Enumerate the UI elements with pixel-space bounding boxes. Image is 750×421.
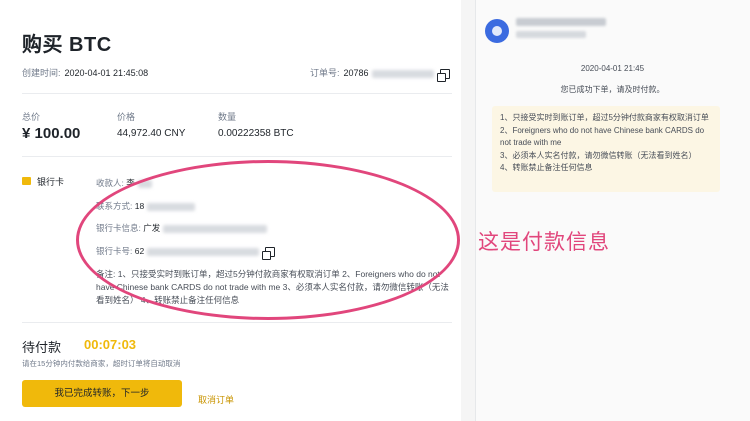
confirm-transfer-button[interactable]: 我已完成转账，下一步 [22, 380, 182, 407]
divider [22, 322, 452, 323]
created-time: 创建时间: 2020-04-01 21:45:08 [22, 66, 148, 79]
price-label: 价格 [117, 112, 136, 122]
system-message: 您已成功下单，请及时付款。 [560, 85, 665, 94]
created-label: 创建时间: [22, 68, 61, 78]
chat-timestamp: 2020-04-01 21:45 [580, 64, 645, 73]
pending-status: 待付款 [22, 340, 62, 355]
annotation-text: 这是付款信息 [478, 231, 610, 254]
cancel-order-link[interactable]: 取消订单 [198, 393, 234, 406]
card-no-row: 银行卡号: 62 [96, 245, 276, 260]
contact-row: 联系方式: 18 [96, 200, 196, 212]
bank-info-value: 广发 [143, 223, 161, 233]
payee-label: 收款人: [96, 178, 124, 188]
total-label: 总价 [22, 112, 41, 122]
message-line: 2、Foreigners who do not have Chinese ban… [500, 125, 705, 148]
copy-icon[interactable] [262, 246, 276, 260]
payment-note: 备注: 1、只接受实时到账订单，超过5分钟付款商家有权取消订单 2、Foreig… [96, 268, 456, 307]
order-no-redacted [371, 69, 434, 78]
order-no-value: 20786 [343, 68, 369, 78]
payee-row: 收款人: 李 [96, 177, 152, 189]
order-number: 订单号: 20786 [310, 66, 450, 82]
contact-redacted [147, 202, 196, 211]
contact-label: 联系方式: [96, 201, 133, 211]
note-value: 1、只接受实时到账订单，超过5分钟付款商家有权取消订单 2、Foreigners… [96, 269, 449, 305]
pending-hint: 请在15分钟内付款给商家，超时订单将自动取消 [22, 359, 181, 368]
qty-value: 0.00222358 BTC [218, 128, 294, 139]
merchant-sub-redacted [516, 31, 586, 38]
copy-icon[interactable] [436, 68, 450, 82]
order-no-label: 订单号: [310, 68, 340, 78]
divider [22, 156, 452, 157]
payment-method-label: 银行卡 [37, 177, 65, 187]
message-line: 3、必须本人实名付款，请勿微信转账（无法看到姓名） [500, 150, 697, 160]
merchant-name-redacted [516, 18, 606, 26]
card-no-redacted [147, 247, 260, 256]
total-value: ¥ 100.00 [22, 125, 81, 142]
avatar [485, 19, 509, 43]
bank-info-row: 银行卡信息: 广发 [96, 222, 268, 234]
bank-info-label: 银行卡信息: [96, 223, 141, 233]
note-label: 备注: [96, 269, 116, 279]
card-no-value: 62 [134, 246, 145, 256]
message-line: 4、转账禁止备注任何信息 [500, 163, 593, 172]
divider [22, 93, 452, 94]
message-line: 1、只接受实时到账订单，超过5分钟付款商家有权取消订单 [500, 113, 709, 122]
page-title: 购买 BTC [22, 34, 112, 56]
contact-value: 18 [134, 201, 145, 211]
payee-value: 李 [126, 178, 135, 188]
bank-info-redacted [163, 224, 268, 233]
merchant-message-bubble: 1、只接受实时到账订单，超过5分钟付款商家有权取消订单 2、Foreigners… [492, 106, 720, 192]
countdown-timer: 00:07:03 [84, 337, 137, 352]
price-value: 44,972.40 CNY [117, 128, 186, 139]
card-no-label: 银行卡号: [96, 246, 133, 256]
payee-redacted [137, 179, 152, 188]
created-value: 2020-04-01 21:45:08 [64, 68, 149, 78]
bank-card-icon [22, 177, 31, 185]
qty-label: 数量 [218, 112, 237, 122]
